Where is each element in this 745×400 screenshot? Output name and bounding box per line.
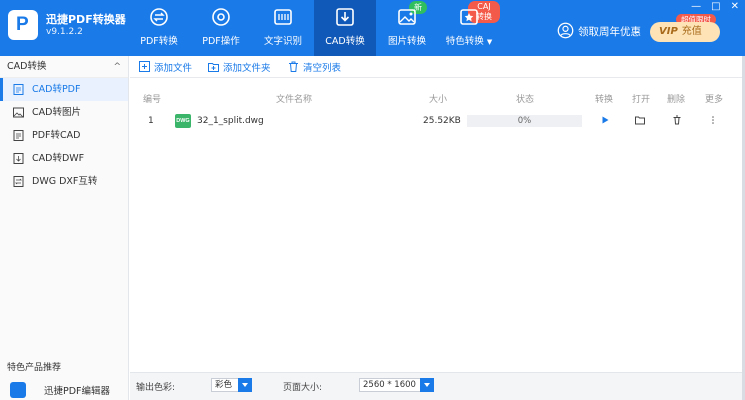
sidebar-item-pdf-to-cad[interactable]: PDF转CAD: [0, 124, 128, 147]
anniversary-promo-link[interactable]: 领取周年优惠: [578, 24, 641, 39]
row-filename: 32_1_split.dwg: [197, 116, 264, 126]
image-icon: [13, 107, 24, 118]
col-index: 编号: [143, 95, 162, 105]
tab-label: 特色转换 ▼: [445, 36, 493, 47]
cad-icon: [336, 8, 354, 26]
app-window: P 迅捷PDF转换器 v9.1.2.2 PDF转换 PDF操作 文字识别 CAD…: [0, 0, 745, 400]
pdf-editor-icon: [10, 382, 26, 398]
image-icon: [398, 9, 416, 25]
sidebar-item-label: DWG DXF互转: [32, 176, 98, 187]
featured-products-title: 特色产品推荐: [7, 363, 62, 373]
chevron-down-icon: [420, 378, 434, 392]
sidebar-item-label: CAD转PDF: [32, 84, 81, 95]
output-options-bar: 输出色彩: 彩色 页面大小: 2560 * 1600: [130, 372, 745, 400]
document-icon: [13, 130, 24, 141]
nav-tabs: PDF转换 PDF操作 文字识别 CAD转换 新 图片转换 CAJ转换 特色转换…: [128, 0, 500, 56]
add-folder-label: 添加文件夹: [223, 63, 271, 74]
header-bar: P 迅捷PDF转换器 v9.1.2.2 PDF转换 PDF操作 文字识别 CAD…: [0, 0, 745, 56]
file-toolbar: 添加文件 添加文件夹 清空列表: [130, 56, 745, 78]
tab-label: PDF转换: [140, 36, 178, 47]
dwg-file-icon: DWG: [175, 114, 191, 128]
clear-list-label: 清空列表: [303, 63, 342, 74]
tab-image-convert[interactable]: 新 图片转换: [376, 0, 438, 56]
chevron-down-icon: [238, 378, 252, 392]
col-delete: 删除: [667, 95, 686, 105]
col-open: 打开: [632, 95, 651, 105]
sidebar: CAD转换 ^ CAD转PDF CAD转图片 PDF转CAD CAD转DWF D…: [0, 56, 129, 400]
col-status: 状态: [516, 95, 535, 105]
sidebar-item-cad-to-pdf[interactable]: CAD转PDF: [0, 78, 128, 101]
progress-label: 0%: [517, 116, 532, 126]
swap-icon: [150, 8, 168, 26]
color-select-value: 彩色: [215, 380, 233, 390]
sidebar-item-cad-to-dwf[interactable]: CAD转DWF: [0, 147, 128, 170]
tab-label: CAD转换: [325, 36, 365, 47]
more-icon[interactable]: [708, 115, 718, 125]
vip-label: VIP: [659, 26, 678, 37]
col-size: 大小: [429, 95, 448, 105]
tab-pdf-convert[interactable]: PDF转换: [128, 0, 190, 56]
gear-icon: [212, 8, 230, 26]
app-logo-icon: P: [8, 10, 38, 40]
tab-cad-convert[interactable]: CAD转换: [314, 0, 376, 56]
conversion-progress: 0%: [467, 115, 582, 127]
file-swap-icon: [13, 176, 24, 187]
tab-pdf-operations[interactable]: PDF操作: [190, 0, 252, 56]
page-size-select[interactable]: 2560 * 1600: [359, 378, 434, 392]
chevron-down-icon: ▼: [486, 38, 493, 46]
tab-label: PDF操作: [202, 36, 240, 47]
sidebar-item-label: PDF转CAD: [32, 130, 81, 141]
page-size-label: 页面大小:: [283, 383, 323, 393]
sidebar-item-dwg-dxf[interactable]: DWG DXF互转: [0, 170, 128, 193]
play-icon[interactable]: [600, 115, 610, 125]
delete-icon[interactable]: [672, 115, 682, 125]
col-more: 更多: [705, 95, 724, 105]
page-size-select-value: 2560 * 1600: [363, 380, 416, 390]
clear-list-button[interactable]: 清空列表: [288, 60, 341, 74]
tab-special-convert[interactable]: CAJ转换 特色转换 ▼: [438, 0, 500, 56]
scan-icon: [274, 9, 292, 25]
add-file-label: 添加文件: [154, 63, 193, 74]
close-button[interactable]: ✕: [731, 1, 739, 12]
tab-label: 图片转换: [387, 36, 426, 47]
app-version: v9.1.2.2: [46, 27, 83, 37]
featured-product-pdf-editor[interactable]: 迅捷PDF编辑器: [0, 378, 128, 400]
tab-label: 文字识别: [263, 36, 302, 47]
row-size: 25.52KB: [423, 116, 461, 126]
col-convert: 转换: [595, 95, 614, 105]
chevron-up-icon: ^: [113, 62, 121, 72]
minimize-button[interactable]: —: [691, 1, 701, 12]
sidebar-item-label: CAD转DWF: [32, 153, 85, 164]
sidebar-item-label: CAD转图片: [32, 107, 81, 118]
sidebar-section-header[interactable]: CAD转换 ^: [0, 56, 128, 78]
add-folder-icon: [208, 63, 219, 72]
maximize-button[interactable]: □: [711, 1, 720, 12]
add-folder-button[interactable]: 添加文件夹: [208, 60, 271, 74]
recharge-label: 充值: [681, 26, 702, 37]
export-icon: [13, 153, 24, 164]
tab-ocr[interactable]: 文字识别: [252, 0, 314, 56]
document-icon: [13, 84, 24, 95]
color-select[interactable]: 彩色: [211, 378, 252, 392]
add-file-icon: [139, 61, 150, 72]
color-label: 输出色彩:: [136, 383, 176, 393]
star-icon: [460, 9, 478, 25]
vip-recharge-button[interactable]: VIP 充值: [650, 22, 720, 42]
folder-open-icon[interactable]: [635, 115, 645, 125]
trash-icon: [289, 61, 298, 72]
window-controls: — □ ✕: [691, 1, 739, 12]
add-file-button[interactable]: 添加文件: [139, 60, 192, 74]
table-row: 1 DWG 32_1_split.dwg 25.52KB 0%: [130, 111, 745, 133]
sidebar-item-cad-to-image[interactable]: CAD转图片: [0, 101, 128, 124]
sidebar-section-title: CAD转换: [7, 61, 47, 72]
app-name: 迅捷PDF转换器: [46, 13, 126, 26]
col-filename: 文件名称: [276, 95, 313, 105]
user-icon: [557, 22, 574, 39]
table-header: 编号 文件名称 大小 状态 转换 打开 删除 更多: [130, 89, 745, 109]
featured-product-label: 迅捷PDF编辑器: [44, 386, 111, 397]
row-index: 1: [148, 116, 154, 126]
